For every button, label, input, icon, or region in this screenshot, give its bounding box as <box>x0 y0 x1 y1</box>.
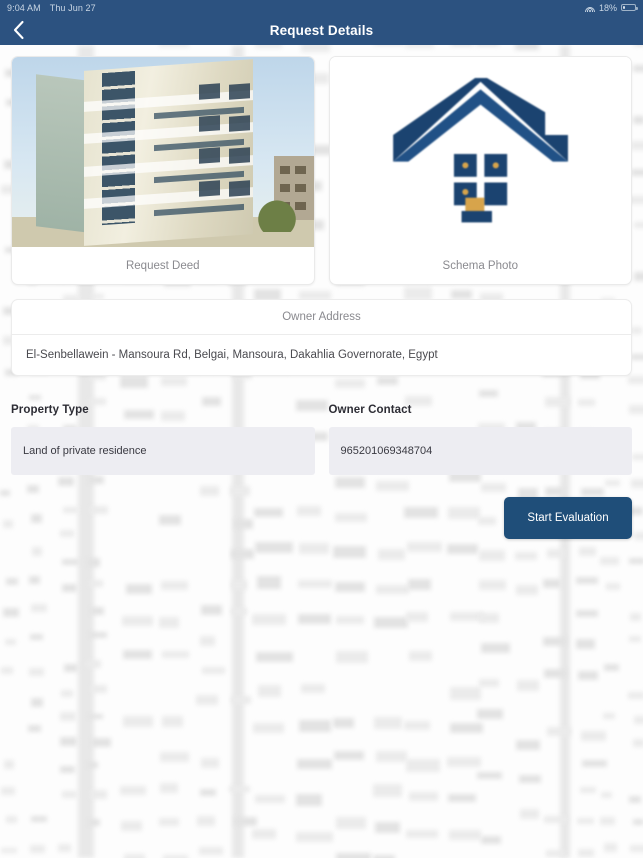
status-bar: 9:04 AM Thu Jun 27 18% <box>0 0 643 15</box>
details-fields-row: Property Type Land of private residence … <box>11 404 632 475</box>
apartment-building-photo[interactable] <box>12 57 314 247</box>
owner-contact-field: Owner Contact 965201069348704 <box>328 404 632 475</box>
property-type-label: Property Type <box>11 404 89 416</box>
chevron-left-icon <box>13 20 24 40</box>
battery-percent-label: 18% <box>598 2 617 13</box>
content-area: Request Deed Schema Photo Owner Address … <box>0 56 643 539</box>
nav-bar: Request Details <box>0 15 643 45</box>
property-type-value: Land of private residence <box>11 427 315 475</box>
status-date: Thu Jun 27 <box>49 2 96 13</box>
start-evaluation-button[interactable]: Start Evaluation <box>504 497 632 539</box>
action-row: Start Evaluation <box>11 497 632 539</box>
owner-address-panel: Owner Address El-Senbellawein - Mansoura… <box>11 299 632 376</box>
battery-icon <box>621 3 638 12</box>
owner-address-value: El-Senbellawein - Mansoura Rd, Belgai, M… <box>26 349 438 361</box>
owner-address-header: Owner Address <box>12 300 631 335</box>
house-gavel-logo[interactable] <box>329 57 631 247</box>
property-type-field: Property Type Land of private residence <box>11 404 315 475</box>
house-gavel-logo-icon <box>392 77 568 223</box>
owner-contact-label: Owner Contact <box>328 404 412 416</box>
request-deed-caption: Request Deed <box>125 259 200 272</box>
request-deed-card[interactable]: Request Deed <box>11 56 315 285</box>
schema-photo-caption: Schema Photo <box>442 259 518 272</box>
media-cards-row: Request Deed Schema Photo <box>11 56 632 285</box>
schema-photo-card[interactable]: Schema Photo <box>328 56 632 285</box>
app-screen: 9:04 AM Thu Jun 27 18% Request Details R… <box>0 0 643 858</box>
back-button[interactable] <box>4 15 32 45</box>
owner-contact-value: 965201069348704 <box>328 427 632 475</box>
page-title: Request Details <box>269 22 374 38</box>
wifi-icon <box>584 4 595 12</box>
status-time: 9:04 AM <box>7 2 41 13</box>
